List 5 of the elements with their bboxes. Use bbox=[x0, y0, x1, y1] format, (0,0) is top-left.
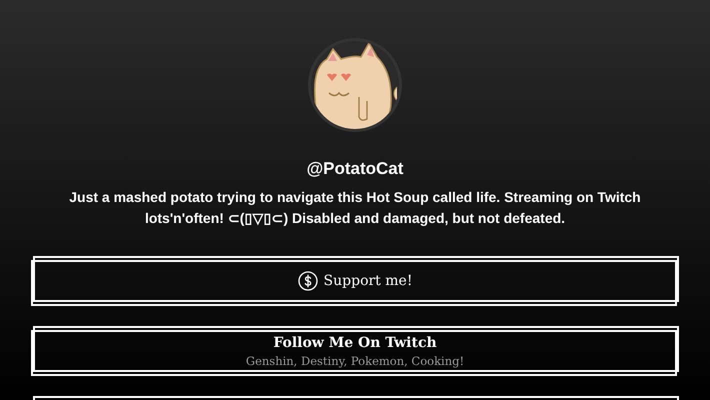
profile-bio: Just a mashed potato trying to navigate this Hot Soup called life. Streaming on Twitch lots'n'often! ⊂(▯▽▯⊂) Disabled and damaged, but not defeated. bbox=[68, 188, 642, 228]
profile-handle: @PotatoCat bbox=[306, 159, 404, 179]
link-button[interactable]: Follow Me On Twitch Genshin, Destiny, Pokemon, Cooking! bbox=[31, 326, 679, 376]
support-button[interactable]: Support me! bbox=[31, 256, 679, 306]
dollar-icon bbox=[298, 271, 318, 291]
